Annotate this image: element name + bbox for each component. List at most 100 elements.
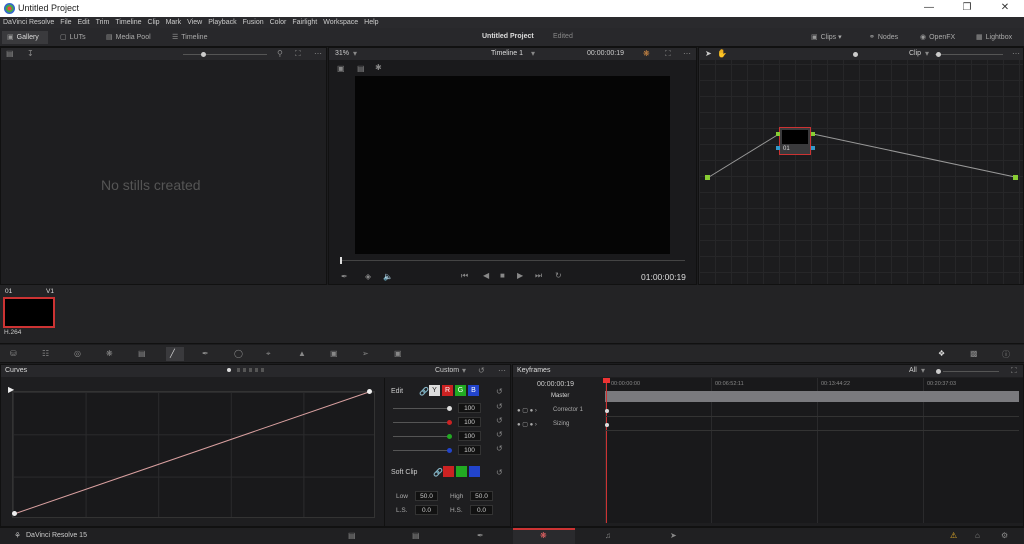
keyframes-expand-icon[interactable]: ⛶ [1011,366,1017,376]
color-wheel-icon[interactable]: ❋ [643,49,650,58]
sizing-icon[interactable]: ➢ [362,349,369,358]
ls-value[interactable]: 0.0 [415,505,438,515]
window-icon[interactable]: ◯ [234,349,243,358]
fairlight-page-icon[interactable]: ♫ [605,531,611,540]
openfx-button[interactable]: ◉ OpenFX [920,33,955,41]
channel-r-button[interactable]: R [442,385,453,396]
gallery-sort-icon[interactable]: ↧ [27,49,34,58]
curves-icon[interactable]: ╱ [170,349,175,358]
r-intensity-slider[interactable] [393,422,451,423]
edit-page-icon[interactable]: ▤ [412,531,420,540]
motion-effects-icon[interactable]: ▤ [138,349,146,358]
r-reset-icon[interactable]: ↺ [496,416,503,425]
menu-item-timeline[interactable]: Timeline [112,17,144,28]
corrector-node[interactable]: 01 [779,127,811,155]
qualifier-icon[interactable]: ✒ [202,349,209,358]
zoom-level[interactable]: 31% [335,50,349,57]
rgb-mixer-icon[interactable]: ❋ [106,349,113,358]
soft-clip-link-icon[interactable]: 🔗 [433,468,443,477]
corrector-keyframe[interactable] [605,409,609,413]
tracker-icon[interactable]: ⌖ [266,349,271,359]
search-icon[interactable]: ⚲ [277,49,283,58]
more-options-icon[interactable]: ⋯ [314,49,322,58]
home-icon[interactable]: ⌂ [975,531,980,540]
keyframes-filter[interactable]: All [909,367,917,374]
loop-icon[interactable]: ↻ [555,271,562,280]
channel-b-button[interactable]: B [468,385,479,396]
r-intensity-value[interactable]: 100 [458,417,481,427]
curve-point-low[interactable] [12,511,17,516]
layers-icon[interactable]: ◈ [365,272,371,281]
page-dots[interactable] [237,368,265,372]
keyframe-zoom-slider[interactable] [943,371,999,372]
settings-gear-icon[interactable]: ⚙ [1001,531,1008,540]
sizing-dot-icon[interactable]: ● ▢ ● › [517,421,537,428]
keyframes-tool-icon[interactable]: ❖ [938,349,945,358]
soft-clip-r-button[interactable] [443,466,454,477]
curve-point-high[interactable] [367,389,372,394]
color-wheels-icon[interactable]: ◎ [74,349,81,358]
menu-item-playback[interactable]: Playback [205,17,239,28]
skip-back-icon[interactable]: ⏮ [461,271,468,281]
keyframe-row-corrector[interactable]: ● ▢ ● › Corrector 1 [513,405,605,418]
curves-preset[interactable]: Custom [435,367,459,374]
media-pool-button[interactable]: ▤ Media Pool [106,33,151,41]
soft-clip-b-button[interactable] [469,466,480,477]
g-intensity-slider[interactable] [393,436,451,437]
channel-y-button[interactable]: Y [429,385,440,396]
menu-item-davinci[interactable]: DaVinci Resolve [0,17,57,28]
timeline-dropdown-icon[interactable]: ▾ [531,49,535,58]
b-reset-icon[interactable]: ↺ [496,444,503,453]
menu-item-workspace[interactable]: Workspace [320,17,361,28]
menu-item-edit[interactable]: Edit [75,17,93,28]
clip-thumbnail[interactable] [3,297,55,328]
edit-reset-icon[interactable]: ↺ [496,387,503,396]
page-dot-active[interactable] [227,368,231,372]
keyframe-row-master[interactable]: Master [513,391,605,404]
y-intensity-slider[interactable] [393,408,451,409]
g-slider-knob[interactable] [447,434,452,439]
key-icon[interactable]: ▣ [330,349,338,358]
info-icon[interactable]: ⓘ [1002,349,1010,360]
b-intensity-slider[interactable] [393,450,451,451]
channel-g-button[interactable]: G [455,385,466,396]
g-reset-icon[interactable]: ↺ [496,430,503,439]
skip-forward-icon[interactable]: ⏭ [535,271,542,281]
playhead-marker[interactable] [603,378,610,383]
b-intensity-value[interactable]: 100 [458,445,481,455]
timeline-button[interactable]: ☰ Timeline [172,33,207,41]
scrub-bar[interactable] [341,260,685,261]
high-value[interactable]: 50.0 [470,491,493,501]
restore-icon[interactable]: ❐ [960,2,974,15]
gallery-zoom-knob[interactable] [201,52,206,57]
node-input-dot[interactable] [776,132,780,136]
node-output-dot[interactable] [811,132,815,136]
luts-button[interactable]: ▢ LUTs [60,33,86,41]
menu-item-file[interactable]: File [57,17,74,28]
stop-icon[interactable]: ■ [500,271,505,280]
link-icon[interactable]: 🔗 [419,387,429,396]
camera-raw-icon[interactable]: ⛁ [10,349,17,358]
node-key-output-dot[interactable] [811,146,815,150]
hs-value[interactable]: 0.0 [470,505,493,515]
color-match-icon[interactable]: ☷ [42,349,49,358]
viewer-expand-icon[interactable]: ⛶ [665,49,671,59]
close-icon[interactable]: ✕ [998,2,1012,15]
y-intensity-value[interactable]: 100 [458,403,481,413]
gallery-zoom-slider[interactable] [183,54,267,55]
menu-item-help[interactable]: Help [361,17,381,28]
viewer-mode-icon[interactable]: ▣ [337,64,345,73]
low-value[interactable]: 50.0 [415,491,438,501]
keyframe-zoom-knob[interactable] [936,369,941,374]
zoom-dropdown-icon[interactable]: ▾ [353,49,357,58]
media-page-icon[interactable]: ▤ [348,531,356,540]
b-slider-knob[interactable] [447,448,452,453]
master-track-bar[interactable] [605,391,1019,402]
clips-button[interactable]: ▣ Clips ▾ [811,33,842,41]
curves-more-icon[interactable]: ⋯ [498,366,506,375]
warning-icon[interactable]: ⚠ [950,531,957,540]
keyframe-row-sizing[interactable]: ● ▢ ● › Sizing [513,419,605,432]
menu-item-fusion[interactable]: Fusion [240,17,267,28]
viewer-split-icon[interactable]: ▤ [357,64,365,73]
scopes-icon[interactable]: ▩ [970,349,978,358]
